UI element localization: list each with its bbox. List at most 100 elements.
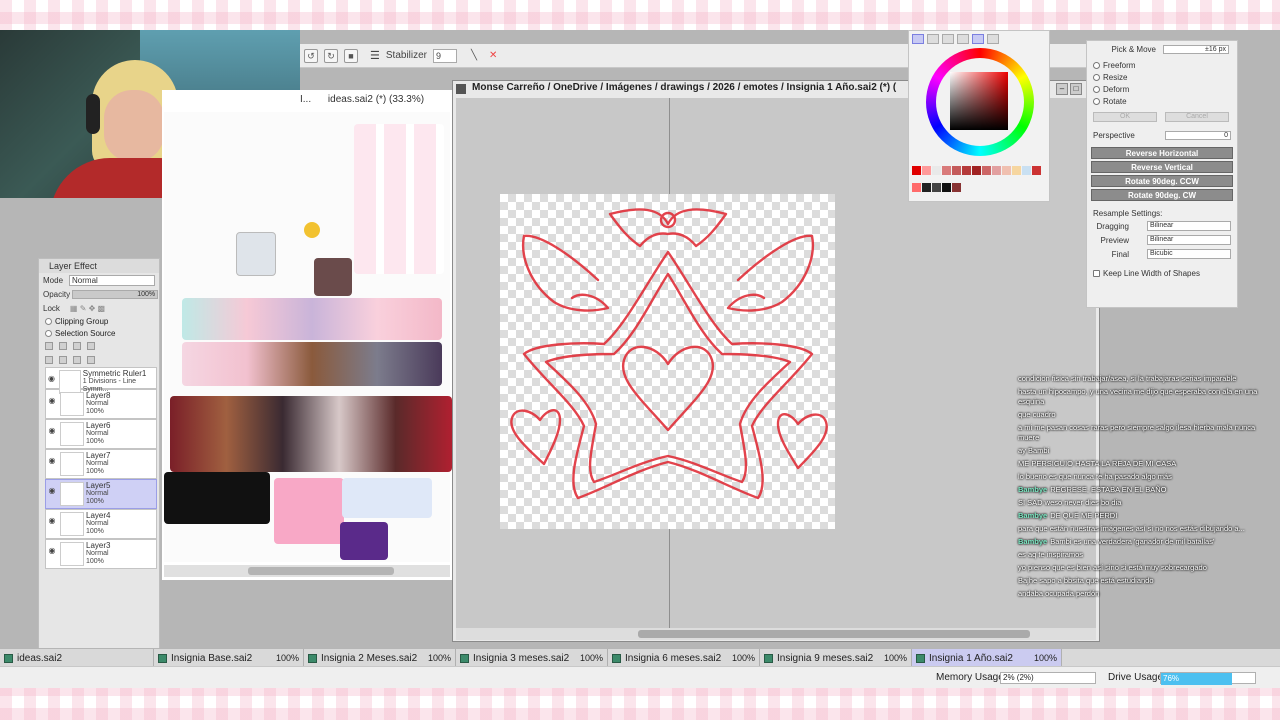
file-tab[interactable]: Insignia 9 meses.sai2 100%	[760, 649, 912, 667]
radio-icon[interactable]	[1093, 61, 1100, 69]
file-tab[interactable]: ideas.sai2	[0, 649, 154, 667]
transform-mode-option[interactable]: Freeform	[1087, 59, 1237, 71]
transform-mode-option[interactable]: Deform	[1087, 83, 1237, 95]
file-tab[interactable]: Insignia 2 Meses.sai2 100%	[304, 649, 456, 667]
minimize-button[interactable]: –	[1056, 83, 1068, 95]
color-swatch[interactable]	[982, 166, 991, 175]
color-swatch[interactable]	[972, 166, 981, 175]
file-tab-zoom: 100%	[275, 653, 299, 663]
radio-icon[interactable]	[1093, 97, 1100, 105]
layer-row[interactable]: ◉ Layer6 Normal 100%	[45, 419, 157, 449]
rgb-slider-tab-icon[interactable]	[927, 34, 939, 44]
pick-move-slider[interactable]: ±16 px	[1163, 44, 1229, 54]
color-swatch[interactable]	[912, 166, 921, 175]
color-swatch[interactable]	[1012, 166, 1021, 175]
selection-source-check[interactable]: Selection Source	[39, 327, 159, 339]
clipping-group-check[interactable]: Clipping Group	[39, 315, 159, 327]
delete-layer-icon[interactable]	[87, 356, 95, 364]
layer-row[interactable]: ◉ Layer4 Normal 100%	[45, 509, 157, 539]
color-swatch[interactable]	[952, 182, 961, 192]
preview-select[interactable]: Bilinear	[1147, 235, 1231, 245]
radio-icon[interactable]	[1093, 85, 1100, 93]
eye-icon[interactable]: ◉	[46, 390, 58, 418]
keep-line-checkbox[interactable]	[1093, 269, 1100, 277]
layer-row[interactable]: ◉ Layer7 Normal 100%	[45, 449, 157, 479]
transform-action-button[interactable]: Reverse Vertical	[1091, 161, 1233, 173]
layer-row[interactable]: ◉ Layer5 Normal 100%	[45, 479, 157, 509]
merge-icon[interactable]	[45, 356, 53, 364]
clipping-checkbox[interactable]	[45, 317, 52, 325]
color-swatch[interactable]	[962, 166, 971, 175]
new-layer-icon[interactable]	[45, 342, 53, 350]
layer-effect-title[interactable]: Layer Effect	[39, 259, 159, 273]
color-wheel-tab-icon[interactable]	[912, 34, 924, 44]
ok-button[interactable]: OK	[1093, 112, 1157, 122]
lock-icons[interactable]: ▦ ✎ ✥ ▩	[70, 304, 105, 313]
final-select[interactable]: Bicubic	[1147, 249, 1231, 259]
ideas-hscroll-thumb[interactable]	[248, 567, 394, 575]
file-icon	[460, 653, 469, 663]
layer-row[interactable]: ◉ Symmetric Ruler1 1 Divisions - Line Symm…	[45, 367, 157, 394]
layer-row[interactable]: ◉ Layer3 Normal 100%	[45, 539, 157, 569]
file-tab[interactable]: Insignia 3 meses.sai2 100%	[456, 649, 608, 667]
eye-icon[interactable]: ◉	[46, 510, 58, 538]
ruler-icon[interactable]	[87, 342, 95, 350]
undo-icon[interactable]: ↺	[304, 48, 318, 63]
ideas-board[interactable]	[164, 112, 452, 562]
canvas-window-title[interactable]: Monse Carreño / OneDrive / Imágenes / dr…	[472, 82, 922, 96]
maximize-button[interactable]: □	[1070, 83, 1082, 95]
file-tab[interactable]: Insignia 1 Año.sai2 100%	[912, 649, 1062, 667]
cancel-button[interactable]: Cancel	[1165, 112, 1229, 122]
scratchpad-tab-icon[interactable]	[972, 34, 984, 44]
ideas-window-title[interactable]: I... ideas.sai2 (*) (33.3%)	[300, 94, 424, 105]
radio-icon[interactable]	[1093, 73, 1100, 81]
color-swatch[interactable]	[952, 166, 961, 175]
custom-sub-badges-tile	[274, 478, 344, 544]
dragging-select[interactable]: Bilinear	[1147, 221, 1231, 231]
transform-mode-option[interactable]: Resize	[1087, 71, 1237, 83]
eye-icon[interactable]: ◉	[46, 540, 58, 568]
canvas-hscroll-thumb[interactable]	[638, 630, 1030, 638]
color-swatch[interactable]	[942, 166, 951, 175]
color-swatch[interactable]	[1002, 166, 1011, 175]
selection-checkbox[interactable]	[45, 329, 52, 337]
perspective-slider[interactable]: 0	[1165, 130, 1231, 140]
redo-icon[interactable]: ↻	[324, 48, 338, 63]
color-swatch[interactable]	[922, 182, 931, 192]
hsv-slider-tab-icon[interactable]	[942, 34, 954, 44]
color-swatch[interactable]	[932, 166, 941, 175]
new-linework-icon[interactable]	[73, 342, 81, 350]
color-panel-tabs	[909, 31, 1049, 47]
transform-action-button[interactable]: Reverse Horizontal	[1091, 147, 1233, 159]
user-color-tab-icon[interactable]	[987, 34, 999, 44]
stop-icon[interactable]: ■	[344, 48, 358, 63]
saturation-value-square[interactable]	[950, 72, 1008, 130]
mode-select[interactable]: Normal	[69, 274, 156, 286]
opacity-slider[interactable]: 100%	[72, 289, 159, 299]
eye-icon[interactable]: ◉	[46, 480, 58, 508]
eye-icon[interactable]: ◉	[46, 420, 58, 448]
color-swatch[interactable]	[912, 182, 921, 192]
eye-icon[interactable]: ◉	[46, 450, 58, 478]
file-tab[interactable]: Insignia 6 meses.sai2 100%	[608, 649, 760, 667]
transform-action-button[interactable]: Rotate 90deg. CW	[1091, 189, 1233, 201]
swatch-tab-icon[interactable]	[957, 34, 969, 44]
transform-action-button[interactable]: Rotate 90deg. CCW	[1091, 175, 1233, 187]
transform-mode-option[interactable]: Rotate	[1087, 95, 1237, 107]
merge-down-icon[interactable]	[59, 356, 67, 364]
eye-icon[interactable]: ◉	[46, 368, 57, 388]
keep-line-row[interactable]: Keep Line Width of Shapes	[1087, 267, 1237, 279]
color-swatch[interactable]	[1032, 166, 1041, 175]
new-folder-icon[interactable]	[59, 342, 67, 350]
pin-icon[interactable]: ✕	[489, 50, 497, 61]
menu-icon[interactable]: ☰	[370, 49, 380, 62]
clear-icon[interactable]	[73, 356, 81, 364]
color-swatch[interactable]	[922, 166, 931, 175]
stabilizer-value[interactable]: 9	[433, 48, 458, 63]
color-swatch[interactable]	[942, 182, 951, 192]
color-swatch[interactable]	[1022, 166, 1031, 175]
color-swatch[interactable]	[932, 182, 941, 192]
line-icon[interactable]: ╲	[471, 50, 477, 61]
file-tab[interactable]: Insignia Base.sai2 100%	[154, 649, 304, 667]
color-swatch[interactable]	[992, 166, 1001, 175]
